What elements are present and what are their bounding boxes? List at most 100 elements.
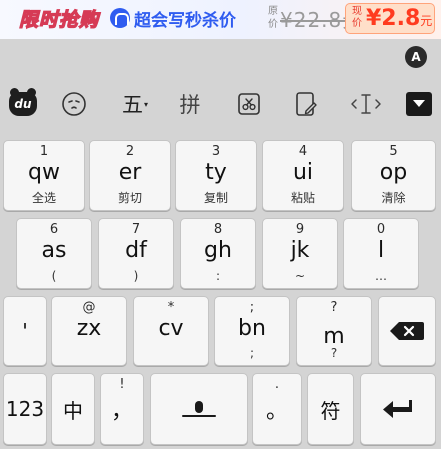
key-sub-label: 复制: [203, 191, 228, 205]
key-ty[interactable]: 3 ty 复制: [175, 140, 257, 211]
current-price-unit: 元: [420, 14, 433, 28]
wubi-input-button[interactable]: 五 ▾: [113, 86, 157, 122]
tablet-pen-icon: [296, 92, 317, 116]
baidu-logo-button[interactable]: du: [6, 86, 40, 122]
key-cv[interactable]: * cv: [133, 296, 209, 366]
numbers-key[interactable]: 123: [3, 373, 47, 445]
current-price-box[interactable]: 现价 ¥2.8元: [345, 3, 435, 34]
key-sub-label: 粘贴: [290, 191, 315, 205]
key-sub-label: 剪切: [117, 191, 142, 205]
collapse-keyboard-button[interactable]: [402, 86, 436, 122]
backspace-wrap: [379, 297, 435, 365]
triangle-down-icon: [413, 100, 425, 107]
key-qw[interactable]: 1 qw 全选: [3, 140, 85, 211]
key-apostrophe-label: ': [22, 319, 28, 343]
key-op[interactable]: 5 op 清除: [351, 140, 436, 211]
clipboard-button[interactable]: [231, 86, 267, 122]
handwriting-pad-button[interactable]: [288, 86, 324, 122]
key-letters: l: [377, 238, 385, 263]
utility-row: A: [0, 39, 441, 73]
wubi-label: 五: [121, 93, 143, 117]
scissors-clipboard-icon: [238, 93, 260, 115]
key-letters: gh: [204, 238, 232, 263]
key-letters: zx: [76, 316, 102, 341]
baidu-bear-icon: du: [9, 88, 37, 116]
keyboard-toolbar: du 五 ▾ 拼: [0, 82, 441, 126]
text-cursor-icon: [351, 94, 381, 114]
backspace-icon: [390, 322, 424, 340]
key-hint: 7: [131, 222, 141, 237]
key-hint: 2: [125, 144, 135, 159]
chinese-english-toggle-key[interactable]: 中: [51, 373, 95, 445]
hide-keyboard-icon: [406, 92, 432, 116]
key-hint: 9: [295, 222, 305, 237]
backspace-key[interactable]: [378, 296, 436, 366]
chevron-down-icon: ▾: [143, 99, 148, 109]
key-l[interactable]: 0 l …: [343, 218, 419, 289]
key-zx[interactable]: @ zx: [51, 296, 127, 366]
enter-arrow-icon: [383, 400, 412, 418]
emoji-icon: [62, 92, 86, 116]
key-hint: 3: [211, 144, 221, 159]
key-hint: !: [119, 377, 125, 392]
key-letters: ty: [205, 160, 227, 185]
key-letters: cv: [158, 316, 184, 341]
current-price-label: 现价: [352, 6, 362, 29]
key-sub-label: ): [133, 269, 139, 283]
space-key[interactable]: [150, 373, 248, 445]
ai-assistant-button[interactable]: A: [405, 46, 427, 68]
key-hint: ;: [249, 300, 255, 315]
pinyin-input-button[interactable]: 拼: [172, 86, 208, 122]
key-apostrophe[interactable]: ': [3, 296, 47, 366]
comma-label: ，: [110, 399, 133, 424]
key-sub-label: ?: [330, 346, 338, 360]
enter-key[interactable]: [360, 373, 436, 445]
key-hint: .: [274, 377, 280, 392]
key-sub-label: ~: [294, 269, 306, 283]
key-letters: df: [125, 238, 147, 263]
period-label: 。: [265, 399, 288, 424]
key-letters: jk: [290, 238, 310, 263]
key-hint: *: [167, 300, 175, 315]
key-sub-label: ;: [249, 346, 255, 360]
key-gh[interactable]: 8 gh :: [180, 218, 256, 289]
numbers-label: 123: [5, 397, 45, 421]
chinese-label: 中: [63, 398, 83, 423]
key-sub-label: 清除: [381, 191, 406, 205]
key-df[interactable]: 7 df ): [98, 218, 174, 289]
key-sub-label: 全选: [31, 191, 56, 205]
emoji-button[interactable]: [56, 86, 92, 122]
key-letters: as: [41, 238, 67, 263]
brand-logo-icon: [110, 8, 130, 28]
key-m[interactable]: ? m ?: [296, 296, 372, 366]
symbols-key[interactable]: 符: [307, 373, 354, 445]
key-hint: 6: [49, 222, 59, 237]
key-letters: op: [379, 160, 408, 185]
key-as[interactable]: 6 as (: [16, 218, 92, 289]
space-wrap: [151, 374, 247, 444]
cursor-move-button[interactable]: [346, 86, 386, 122]
pinyin-label: 拼: [179, 93, 201, 117]
key-er[interactable]: 2 er 剪切: [89, 140, 171, 211]
key-sub-label: …: [375, 269, 387, 283]
original-price-label: 原价: [268, 6, 278, 30]
key-hint: @: [82, 300, 96, 315]
key-hint: 5: [389, 144, 398, 159]
promo-banner[interactable]: 限时抢购 超会写秒杀价 原价 ¥22.8元 现价 ¥2.8元: [0, 0, 441, 39]
symbols-label: 符: [320, 398, 341, 423]
key-sub-label: (: [51, 269, 57, 283]
period-key[interactable]: . 。: [252, 373, 302, 445]
key-hint: 8: [213, 222, 223, 237]
promo-tag: 限时抢购: [18, 8, 99, 31]
key-hint: 1: [39, 144, 49, 159]
key-letters: bn: [238, 316, 266, 341]
key-letters: er: [118, 160, 142, 185]
key-letters: qw: [28, 160, 60, 185]
key-ui[interactable]: 4 ui 粘贴: [262, 140, 344, 211]
key-bn[interactable]: ; bn ;: [214, 296, 290, 366]
microphone-icon: [182, 401, 216, 417]
key-hint: ?: [330, 300, 338, 315]
key-jk[interactable]: 9 jk ~: [262, 218, 338, 289]
comma-key[interactable]: ! ，: [100, 373, 144, 445]
current-price-value: ¥2.8: [366, 6, 421, 31]
